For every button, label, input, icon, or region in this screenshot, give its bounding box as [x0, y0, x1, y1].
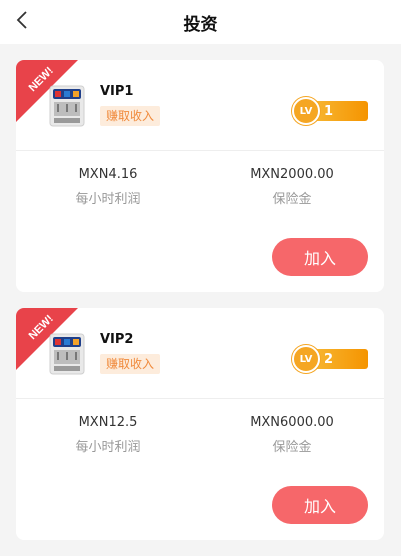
deposit: MXN6000.00 保险金: [200, 399, 384, 469]
level-indicator: LV 2: [292, 345, 368, 373]
vip-card: NEW! VIP1 赚取收入 LV 1 MXN4.16 每小时利润 MXN200…: [16, 60, 384, 292]
level-number: 1: [312, 101, 368, 121]
deposit-label: 保险金: [272, 192, 312, 207]
card-header: NEW! VIP2 赚取收入 LV 2: [16, 308, 384, 398]
deposit: MXN2000.00 保险金: [200, 151, 384, 221]
hourly-profit: MXN12.5 每小时利润: [16, 399, 200, 469]
card-header: NEW! VIP1 赚取收入 LV 1: [16, 60, 384, 150]
hourly-profit: MXN4.16 每小时利润: [16, 151, 200, 221]
join-button[interactable]: 加入: [272, 486, 368, 524]
back-button[interactable]: [10, 8, 34, 32]
earn-income-tag: 赚取收入: [100, 354, 161, 374]
hourly-profit-label: 每小时利润: [75, 192, 141, 207]
vip-name: VIP1: [100, 84, 134, 99]
vip-name: VIP2: [100, 332, 134, 347]
vending-machine-image: [49, 85, 85, 127]
deposit-value: MXN2000.00: [250, 167, 334, 182]
earn-income-tag: 赚取收入: [100, 106, 161, 126]
level-indicator: LV 1: [292, 97, 368, 125]
vip-list: NEW! VIP1 赚取收入 LV 1 MXN4.16 每小时利润 MXN200…: [16, 60, 384, 556]
deposit-label: 保险金: [272, 440, 312, 455]
deposit-value: MXN6000.00: [250, 415, 334, 430]
level-badge-icon: LV: [292, 345, 320, 373]
level-number: 2: [312, 349, 368, 369]
hourly-profit-label: 每小时利润: [75, 440, 141, 455]
stats-row: MXN4.16 每小时利润 MXN2000.00 保险金: [16, 151, 384, 221]
vip-card: NEW! VIP2 赚取收入 LV 2 MXN12.5 每小时利润 MXN600…: [16, 308, 384, 540]
hourly-profit-value: MXN4.16: [78, 167, 138, 182]
page-title: 投资: [183, 14, 218, 35]
chevron-left-icon: [16, 11, 27, 29]
vending-machine-image: [49, 333, 85, 375]
join-button[interactable]: 加入: [272, 238, 368, 276]
hourly-profit-value: MXN12.5: [78, 415, 138, 430]
level-badge-icon: LV: [292, 97, 320, 125]
header: 投资: [0, 0, 401, 44]
stats-row: MXN12.5 每小时利润 MXN6000.00 保险金: [16, 399, 384, 469]
